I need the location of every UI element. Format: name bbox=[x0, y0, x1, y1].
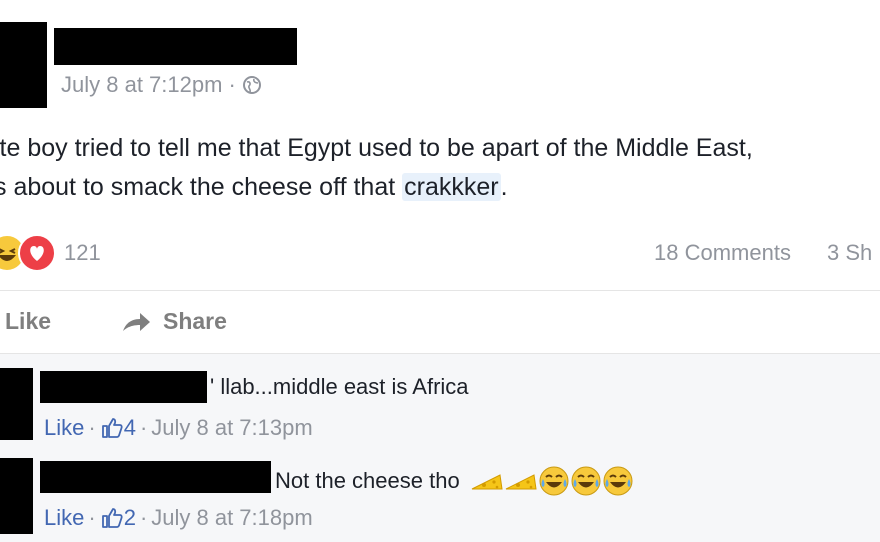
shares-count[interactable]: 3 Sh bbox=[827, 240, 872, 266]
post-meta: July 8 at 7:12pm · bbox=[61, 72, 262, 98]
reaction-count[interactable]: 121 bbox=[64, 240, 101, 266]
like-button-label: Like bbox=[5, 308, 52, 334]
globe-icon[interactable] bbox=[242, 75, 262, 95]
author-name[interactable] bbox=[54, 28, 297, 65]
post-timestamp[interactable]: July 8 at 7:12pm bbox=[61, 72, 222, 98]
commenter-name[interactable] bbox=[40, 461, 271, 493]
thumbs-up-icon bbox=[101, 418, 123, 438]
tears-of-joy-emoji-icon bbox=[539, 466, 569, 496]
comment-like-count[interactable]: 4 bbox=[100, 415, 136, 441]
share-button-label: Share bbox=[163, 308, 227, 334]
like-count-value: 2 bbox=[123, 505, 136, 530]
thumbs-up-icon bbox=[101, 508, 123, 528]
post-body: ite boy tried to tell me that Egypt used… bbox=[0, 129, 753, 207]
meta-separator: · bbox=[139, 415, 148, 440]
post-text-prefix: s about to smack the cheese off that bbox=[0, 173, 403, 201]
comment-meta: Like · 4 · July 8 at 7:13pm bbox=[44, 415, 313, 441]
reactions-summary[interactable]: 121 bbox=[0, 234, 101, 272]
meta-separator: · bbox=[139, 505, 148, 530]
like-count-value: 4 bbox=[123, 415, 136, 440]
comment-like-link[interactable]: Like bbox=[44, 415, 84, 441]
author-avatar[interactable] bbox=[0, 22, 47, 108]
comment-like-count[interactable]: 2 bbox=[100, 505, 136, 531]
meta-separator: · bbox=[88, 415, 96, 440]
comment-timestamp[interactable]: July 8 at 7:13pm bbox=[151, 415, 312, 441]
share-arrow-icon bbox=[123, 312, 150, 331]
comment-text-row: Not the cheese tho bbox=[275, 465, 634, 497]
comment-timestamp[interactable]: July 8 at 7:18pm bbox=[151, 505, 312, 531]
share-button[interactable]: Share bbox=[121, 308, 227, 335]
highlighted-word[interactable]: crakkker bbox=[402, 173, 501, 201]
cheese-emoji-icon bbox=[471, 474, 503, 490]
tears-of-joy-emoji-icon bbox=[571, 466, 601, 496]
like-button[interactable]: Like bbox=[5, 308, 51, 335]
emoji-group bbox=[470, 465, 634, 497]
post-text-suffix: . bbox=[500, 173, 508, 201]
tears-of-joy-emoji-icon bbox=[603, 466, 633, 496]
comment-text: ' llab...middle east is Africa bbox=[210, 374, 469, 399]
meta-separator: · bbox=[228, 72, 236, 97]
commenter-name[interactable] bbox=[40, 371, 207, 403]
comments-section: ' llab...middle east is Africa Like · 4 … bbox=[0, 354, 880, 542]
divider bbox=[0, 290, 880, 291]
commenter-avatar[interactable] bbox=[0, 458, 33, 534]
commenter-avatar[interactable] bbox=[0, 368, 33, 440]
love-reaction-icon bbox=[18, 234, 56, 272]
post-text-line-1: ite boy tried to tell me that Egypt used… bbox=[0, 134, 753, 162]
cheese-emoji-icon bbox=[505, 474, 537, 490]
meta-separator: · bbox=[88, 505, 96, 530]
comment-text: Not the cheese tho bbox=[275, 468, 460, 493]
comment-like-link[interactable]: Like bbox=[44, 505, 84, 531]
comment-meta: Like · 2 · July 8 at 7:18pm bbox=[44, 505, 313, 531]
post-text-line-2: s about to smack the cheese off that cra… bbox=[0, 168, 753, 207]
comments-count[interactable]: 18 Comments bbox=[654, 240, 791, 266]
